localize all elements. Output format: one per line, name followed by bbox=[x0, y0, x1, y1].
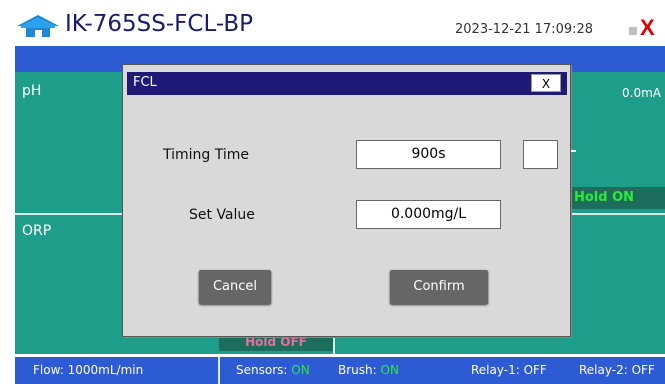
confirm-button[interactable]: Confirm bbox=[390, 270, 488, 304]
sensors-label: Sensors: bbox=[236, 363, 288, 377]
ph-current-value: 0.0mA bbox=[622, 86, 661, 100]
sensors-value: ON bbox=[291, 363, 310, 377]
title-bar: IK-765SS-FCL-BP 2023-12-21 17:09:28 X bbox=[0, 0, 665, 46]
brush-label: Brush: bbox=[338, 363, 377, 377]
close-icon[interactable]: X bbox=[640, 15, 655, 41]
ph-label: pH bbox=[22, 83, 42, 99]
brush-status: Brush: ON bbox=[338, 363, 399, 377]
dialog-title-bar: FCL X bbox=[127, 72, 567, 95]
fcl-dialog: FCL X Timing Time 900s Set Value 0.000mg… bbox=[122, 64, 571, 337]
datetime: 2023-12-21 17:09:28 bbox=[455, 22, 594, 37]
dialog-title: FCL bbox=[133, 75, 157, 90]
flow-status: Flow: 1000mL/min bbox=[33, 363, 143, 377]
status-indicator bbox=[629, 27, 637, 35]
cancel-button[interactable]: Cancel bbox=[199, 270, 271, 304]
set-value-field[interactable]: 0.000mg/L bbox=[356, 200, 501, 229]
brush-value: ON bbox=[380, 363, 399, 377]
status-separator bbox=[218, 357, 220, 384]
timing-time-field[interactable]: 900s bbox=[356, 140, 501, 169]
device-name: IK-765SS-FCL-BP bbox=[65, 11, 253, 37]
flow-value: 1000mL/min bbox=[67, 363, 144, 377]
flow-label: Flow: bbox=[33, 363, 64, 377]
dialog-close-button[interactable]: X bbox=[531, 74, 561, 92]
status-bar: Flow: 1000mL/min Sensors: ON Brush: ON R… bbox=[15, 357, 665, 384]
orp-label: ORP bbox=[22, 223, 52, 239]
dash-mark bbox=[571, 150, 576, 152]
relay-1-status: Relay-1: OFF bbox=[471, 363, 547, 377]
timing-unit-box[interactable] bbox=[523, 140, 558, 169]
relay-2-status: Relay-2: OFF bbox=[579, 363, 655, 377]
sensors-status: Sensors: ON bbox=[236, 363, 310, 377]
home-icon[interactable] bbox=[15, 14, 61, 38]
set-value-label: Set Value bbox=[189, 207, 255, 223]
hold-on-badge[interactable]: Hold ON bbox=[568, 187, 665, 209]
timing-time-label: Timing Time bbox=[163, 147, 250, 163]
